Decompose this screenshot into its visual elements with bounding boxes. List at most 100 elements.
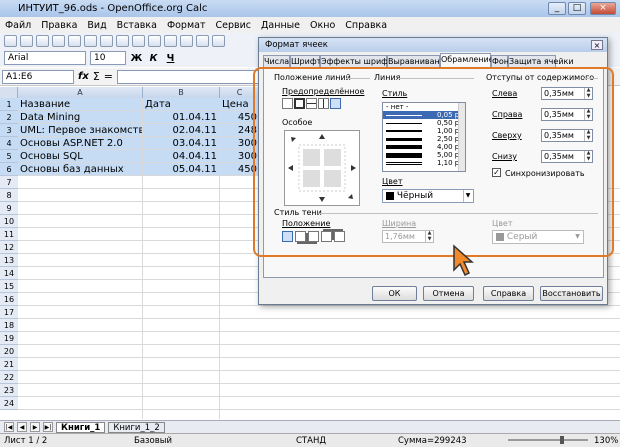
column-header-b[interactable]: B: [143, 87, 220, 98]
function-wizard-icon[interactable]: fx: [78, 71, 89, 82]
minimize-button[interactable]: _: [548, 2, 566, 15]
menu-file[interactable]: Файл: [0, 20, 36, 31]
prev-sheet-button[interactable]: ◀: [17, 422, 27, 432]
sheet-tab-1[interactable]: Книги_1: [56, 421, 106, 433]
cell-a6[interactable]: Основы баз данных: [18, 163, 143, 176]
zoom-slider-thumb[interactable]: [560, 436, 564, 444]
zoom-slider[interactable]: [508, 439, 588, 441]
font-name-combo[interactable]: Arial: [4, 51, 86, 65]
save-icon[interactable]: [36, 35, 49, 47]
cell-b3[interactable]: 02.04.11: [143, 124, 220, 137]
ok-button[interactable]: ОК: [372, 286, 417, 301]
first-sheet-button[interactable]: |◀: [4, 422, 14, 432]
row-header[interactable]: 12: [0, 241, 18, 254]
name-box[interactable]: A1:E6: [2, 69, 74, 84]
cancel-button[interactable]: Отмена: [423, 286, 474, 301]
close-window-button[interactable]: ×: [590, 2, 616, 15]
cell-b6[interactable]: 05.04.11: [143, 163, 220, 176]
edit-file-icon[interactable]: [68, 35, 81, 47]
row-header[interactable]: 22: [0, 371, 18, 384]
function-icon[interactable]: =: [104, 70, 113, 83]
row-header[interactable]: 4: [0, 137, 18, 150]
preview-icon[interactable]: [116, 35, 129, 47]
row-header[interactable]: 6: [0, 163, 18, 176]
last-sheet-button[interactable]: ▶|: [43, 422, 53, 432]
cursor-arrow: [453, 244, 474, 277]
font-name-value: Arial: [8, 53, 29, 63]
dialog-close-button[interactable]: ×: [591, 40, 603, 50]
menu-edit[interactable]: Правка: [36, 20, 82, 31]
row-header[interactable]: 1: [0, 98, 18, 111]
cell-a2[interactable]: Data Mining: [18, 111, 143, 124]
cell-b1[interactable]: Дата: [143, 98, 220, 111]
font-size-value: 10: [94, 53, 106, 63]
export-pdf-icon[interactable]: [84, 35, 97, 47]
cell-a1[interactable]: Название: [18, 98, 143, 111]
reset-button[interactable]: Восстановить: [540, 286, 603, 301]
row-header[interactable]: 21: [0, 358, 18, 371]
cell-b5[interactable]: 04.04.11: [143, 150, 220, 163]
menu-format[interactable]: Формат: [162, 20, 211, 31]
row-header[interactable]: 3: [0, 124, 18, 137]
status-bar: Лист 1 / 2 Базовый СТАНД Сумма=299243 13…: [0, 433, 620, 447]
spellcheck-icon[interactable]: [132, 35, 145, 47]
cell-b2[interactable]: 01.04.11: [143, 111, 220, 124]
print-icon[interactable]: [100, 35, 113, 47]
cell-a5[interactable]: Основы SQL: [18, 150, 143, 163]
menu-insert[interactable]: Вставка: [112, 20, 162, 31]
autospell-icon[interactable]: [148, 35, 161, 47]
row-header[interactable]: 14: [0, 267, 18, 280]
row-header[interactable]: 2: [0, 111, 18, 124]
row-header[interactable]: 5: [0, 150, 18, 163]
menu-tools[interactable]: Сервис: [210, 20, 256, 31]
menu-view[interactable]: Вид: [82, 20, 111, 31]
row-header[interactable]: 16: [0, 293, 18, 306]
next-sheet-button[interactable]: ▶: [30, 422, 40, 432]
row-header[interactable]: 7: [0, 176, 18, 189]
copy-icon[interactable]: [180, 35, 193, 47]
column-header-a[interactable]: A: [18, 87, 143, 98]
menu-data[interactable]: Данные: [256, 20, 305, 31]
sum-icon[interactable]: Σ: [93, 70, 100, 83]
cut-icon[interactable]: [164, 35, 177, 47]
row-header[interactable]: 8: [0, 189, 18, 202]
name-box-value: A1:E6: [6, 71, 33, 82]
status-sheet: Лист 1 / 2: [4, 435, 48, 446]
row-header[interactable]: 17: [0, 306, 18, 319]
bold-button[interactable]: Ж: [130, 52, 143, 65]
underline-button[interactable]: Ч: [164, 52, 177, 65]
status-page-style[interactable]: Базовый: [134, 436, 172, 446]
format-paintbrush-icon[interactable]: [212, 35, 225, 47]
menu-window[interactable]: Окно: [305, 20, 340, 31]
open-icon[interactable]: [20, 35, 33, 47]
maximize-button[interactable]: □: [568, 2, 586, 15]
italic-button[interactable]: К: [147, 52, 160, 65]
cell-a3[interactable]: UML: Первое знакомство: [18, 124, 143, 137]
row-header[interactable]: 11: [0, 228, 18, 241]
row-header[interactable]: 23: [0, 384, 18, 397]
email-icon[interactable]: [52, 35, 65, 47]
new-doc-icon[interactable]: [4, 35, 17, 47]
row-header[interactable]: 19: [0, 332, 18, 345]
paste-icon[interactable]: [196, 35, 209, 47]
row-header[interactable]: 15: [0, 280, 18, 293]
row-header[interactable]: 24: [0, 397, 18, 410]
highlight-frame: [253, 67, 614, 257]
select-all-corner[interactable]: [0, 87, 18, 98]
help-button[interactable]: Справка: [483, 286, 534, 301]
row-header[interactable]: 18: [0, 319, 18, 332]
row-header[interactable]: 13: [0, 254, 18, 267]
tab-borders[interactable]: Обрамление: [440, 53, 494, 68]
status-sum: Сумма=299243: [398, 435, 467, 446]
font-size-combo[interactable]: 10: [90, 51, 126, 65]
menu-help[interactable]: Справка: [340, 20, 392, 31]
row-header[interactable]: 9: [0, 202, 18, 215]
sheet-tab-2[interactable]: Книги_1_2: [108, 421, 165, 433]
cell-a4[interactable]: Основы ASP.NET 2.0: [18, 137, 143, 150]
grid-line-b: [142, 98, 143, 419]
status-zoom[interactable]: 130%: [594, 436, 618, 446]
status-insert-mode[interactable]: СТАНД: [296, 436, 326, 446]
row-header[interactable]: 10: [0, 215, 18, 228]
row-header[interactable]: 20: [0, 345, 18, 358]
cell-b4[interactable]: 03.04.11: [143, 137, 220, 150]
